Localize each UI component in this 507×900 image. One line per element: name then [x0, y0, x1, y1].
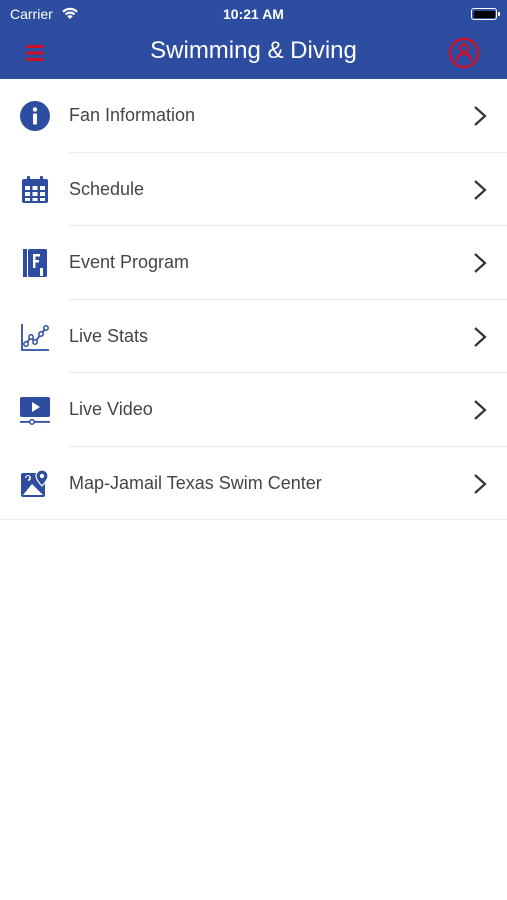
chevron-right-icon	[473, 473, 487, 495]
clock: 10:21 AM	[223, 6, 284, 22]
list-item-label: Map-Jamail Texas Swim Center	[69, 472, 322, 493]
info-icon	[20, 101, 50, 131]
status-bar: Carrier 10:21 AM	[0, 0, 507, 28]
app-header: Carrier 10:21 AM Swimming & Diving	[0, 0, 507, 79]
list-item-live-stats[interactable]: Live Stats	[0, 300, 507, 373]
menu-list: Fan Information Schedule Event Program L…	[0, 79, 507, 520]
chevron-right-icon	[473, 326, 487, 348]
list-item-label: Event Program	[69, 252, 190, 272]
chevron-right-icon	[473, 399, 487, 421]
user-profile-icon[interactable]	[448, 37, 480, 69]
list-item-label: Fan Information	[69, 105, 196, 125]
chevron-right-icon	[473, 105, 487, 127]
calendar-icon	[20, 175, 50, 205]
nav-bar: Swimming & Diving	[0, 28, 507, 79]
program-book-icon	[20, 248, 50, 278]
list-item-schedule[interactable]: Schedule	[0, 153, 507, 226]
list-item-event-program[interactable]: Event Program	[0, 226, 507, 300]
map-pin-icon	[20, 468, 50, 499]
page-title: Swimming & Diving	[150, 37, 357, 64]
video-play-icon	[20, 395, 50, 425]
list-item-label: Live Video	[69, 399, 153, 419]
battery-icon	[471, 8, 500, 20]
list-item-fan-information[interactable]: Fan Information	[0, 79, 507, 153]
divider	[0, 519, 507, 520]
chevron-right-icon	[473, 179, 487, 201]
list-item-live-video[interactable]: Live Video	[0, 373, 507, 447]
line-chart-icon	[20, 322, 50, 352]
list-item-label: Live Stats	[69, 325, 149, 346]
list-item-label: Schedule	[69, 178, 145, 199]
chevron-right-icon	[473, 252, 487, 274]
list-item-map[interactable]: Map-Jamail Texas Swim Center	[0, 447, 507, 520]
